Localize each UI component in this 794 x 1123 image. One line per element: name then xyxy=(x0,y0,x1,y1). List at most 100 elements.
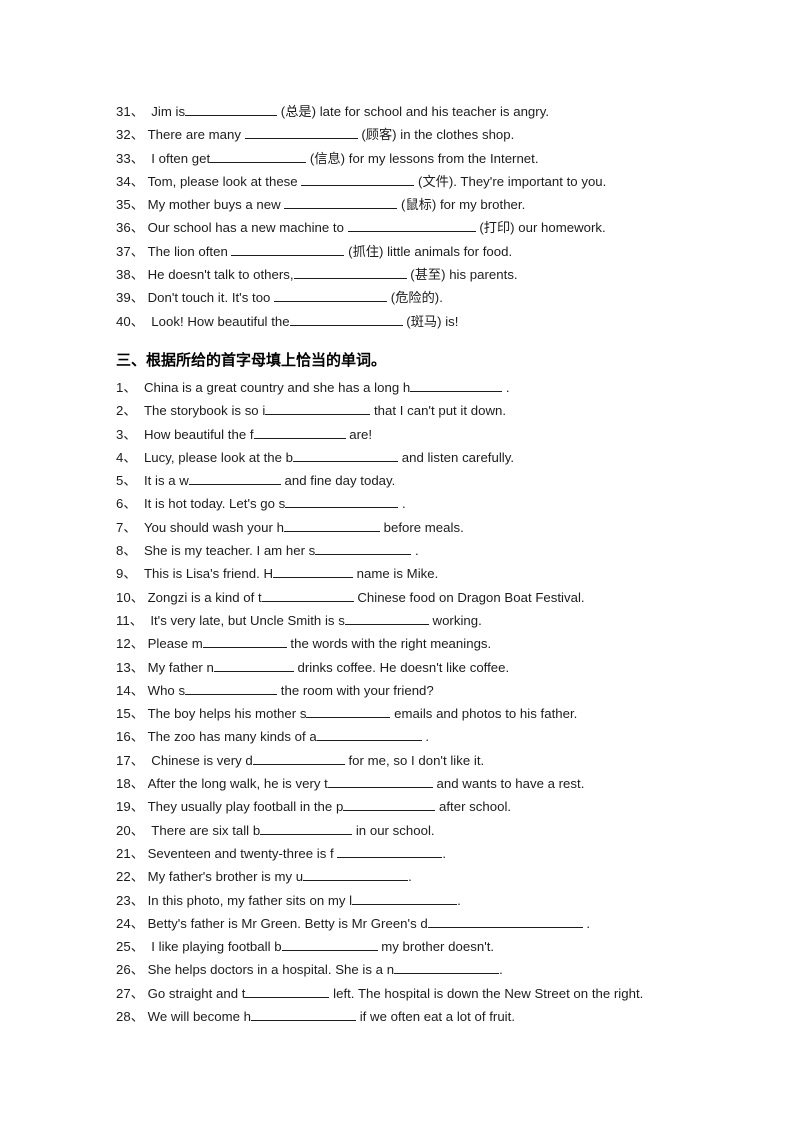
question-text: . xyxy=(421,729,430,745)
answer-blank[interactable] xyxy=(265,401,371,416)
question-item: 35、 My mother buys a new (鼠标) for my bro… xyxy=(116,193,685,216)
question-text: China is a great country and she has a l… xyxy=(143,379,411,395)
question-item: 34、 Tom, please look at these (文件). They… xyxy=(116,170,685,193)
question-text: He doesn't talk to others, xyxy=(147,267,294,283)
answer-blank[interactable] xyxy=(251,1007,357,1021)
answer-blank[interactable] xyxy=(337,844,443,858)
question-text: emails and photos to his father. xyxy=(390,706,578,722)
answer-blank[interactable] xyxy=(315,541,412,556)
question-number: 4、 xyxy=(116,449,144,465)
question-text: and wants to have a rest. xyxy=(432,776,585,792)
question-item: 4、 Lucy, please look at the b and listen… xyxy=(116,446,685,469)
answer-blank[interactable] xyxy=(213,658,294,672)
question-number: 26、 xyxy=(116,962,148,978)
answer-blank[interactable] xyxy=(410,378,503,392)
answer-blank[interactable] xyxy=(273,564,353,579)
question-number: 31、 xyxy=(116,104,152,119)
answer-blank[interactable] xyxy=(188,471,281,486)
question-text: name is Mike. xyxy=(353,566,439,582)
question-item: 2、 The storybook is so i that I can't pu… xyxy=(116,399,685,422)
question-text: in our school. xyxy=(352,822,435,838)
answer-blank[interactable] xyxy=(343,797,436,812)
answer-blank[interactable] xyxy=(293,265,407,280)
question-item: 36、 Our school has a new machine to (打印)… xyxy=(116,216,685,239)
question-item: 1、 China is a great country and she has … xyxy=(116,376,685,399)
question-number: 16、 xyxy=(116,729,148,745)
question-text: (抓住) little animals for food. xyxy=(344,243,513,259)
question-item: 33、 I often get (信息) for my lessons from… xyxy=(116,147,685,170)
question-item: 23、 In this photo, my father sits on my … xyxy=(116,889,685,912)
question-text: (信息) for my lessons from the Internet. xyxy=(306,150,539,166)
answer-blank[interactable] xyxy=(316,727,422,742)
answer-blank[interactable] xyxy=(281,937,378,952)
question-text: They usually play football in the p xyxy=(147,799,344,815)
question-number: 24、 xyxy=(116,915,148,931)
question-number: 9、 xyxy=(116,566,144,582)
answer-blank[interactable] xyxy=(185,681,278,695)
question-number: 34、 xyxy=(116,173,148,189)
answer-blank[interactable] xyxy=(352,891,458,905)
answer-blank[interactable] xyxy=(252,751,345,765)
question-item: 5、 It is a w and fine day today. xyxy=(116,469,685,492)
question-number: 8、 xyxy=(116,543,144,559)
question-item: 39、 Don't touch it. It's too (危险的). xyxy=(116,286,685,309)
answer-blank[interactable] xyxy=(284,195,398,210)
question-text: my brother doesn't. xyxy=(377,939,495,955)
answer-blank[interactable] xyxy=(427,914,583,928)
question-text: I often get xyxy=(151,150,211,166)
question-item: 26、 She helps doctors in a hospital. She… xyxy=(116,958,685,981)
question-item: 15、 The boy helps his mother s emails an… xyxy=(116,702,685,725)
answer-blank[interactable] xyxy=(285,494,399,509)
answer-blank[interactable] xyxy=(274,288,388,303)
question-item: 37、 The lion often (抓住) little animals f… xyxy=(116,240,685,263)
question-number: 14、 xyxy=(116,682,148,698)
question-item: 24、 Betty's father is Mr Green. Betty is… xyxy=(116,912,685,935)
question-text: The lion often xyxy=(147,243,232,259)
question-text: are! xyxy=(345,426,373,442)
answer-blank[interactable] xyxy=(253,425,346,439)
answer-blank[interactable] xyxy=(231,242,345,256)
question-text: This is Lisa's friend. H xyxy=(143,566,273,582)
question-item: 21、 Seventeen and twenty-three is f . xyxy=(116,842,685,865)
answer-blank[interactable] xyxy=(202,634,287,649)
answer-blank[interactable] xyxy=(261,588,354,602)
question-text: the words with the right meanings. xyxy=(286,636,492,652)
question-text: My father's brother is my u xyxy=(147,869,304,885)
answer-blank[interactable] xyxy=(327,774,433,789)
question-item: 27、 Go straight and t left. The hospital… xyxy=(116,982,685,1005)
answer-blank[interactable] xyxy=(210,149,307,163)
answer-blank[interactable] xyxy=(303,867,409,882)
question-text: Chinese food on Dragon Boat Festival. xyxy=(353,589,585,605)
question-number: 32、 xyxy=(116,127,148,143)
question-text: Please m xyxy=(147,636,203,652)
answer-blank[interactable] xyxy=(185,102,278,116)
question-text: (鼠标) for my brother. xyxy=(397,197,526,213)
question-number: 33、 xyxy=(116,150,152,166)
answer-blank[interactable] xyxy=(301,172,415,186)
question-text: Zongzi is a kind of t xyxy=(147,589,262,605)
question-item: 22、 My father's brother is my u. xyxy=(116,865,685,888)
question-text: There are many xyxy=(147,127,245,143)
question-text: if we often eat a lot of fruit. xyxy=(356,1008,516,1024)
question-text: After the long walk, he is very t xyxy=(147,776,328,792)
question-item: 13、 My father n drinks coffee. He doesn'… xyxy=(116,656,685,679)
question-text: I like playing football b xyxy=(151,939,282,955)
question-number: 38、 xyxy=(116,267,148,283)
question-text: (斑马) is! xyxy=(402,313,459,329)
question-text: . xyxy=(502,379,510,395)
question-text: Our school has a new machine to xyxy=(147,220,348,236)
answer-blank[interactable] xyxy=(394,960,500,975)
answer-blank[interactable] xyxy=(306,704,391,719)
answer-blank[interactable] xyxy=(260,821,353,835)
question-text: Tom, please look at these xyxy=(147,173,302,189)
answer-blank[interactable] xyxy=(289,312,403,326)
answer-blank[interactable] xyxy=(283,518,380,532)
question-item: 16、 The zoo has many kinds of a . xyxy=(116,725,685,748)
answer-blank[interactable] xyxy=(344,611,429,625)
answer-blank[interactable] xyxy=(244,125,358,140)
answer-blank[interactable] xyxy=(245,984,330,998)
answer-blank[interactable] xyxy=(347,218,476,233)
answer-blank[interactable] xyxy=(293,448,399,462)
question-text: (打印) our homework. xyxy=(475,220,606,236)
question-text: . xyxy=(408,869,412,885)
